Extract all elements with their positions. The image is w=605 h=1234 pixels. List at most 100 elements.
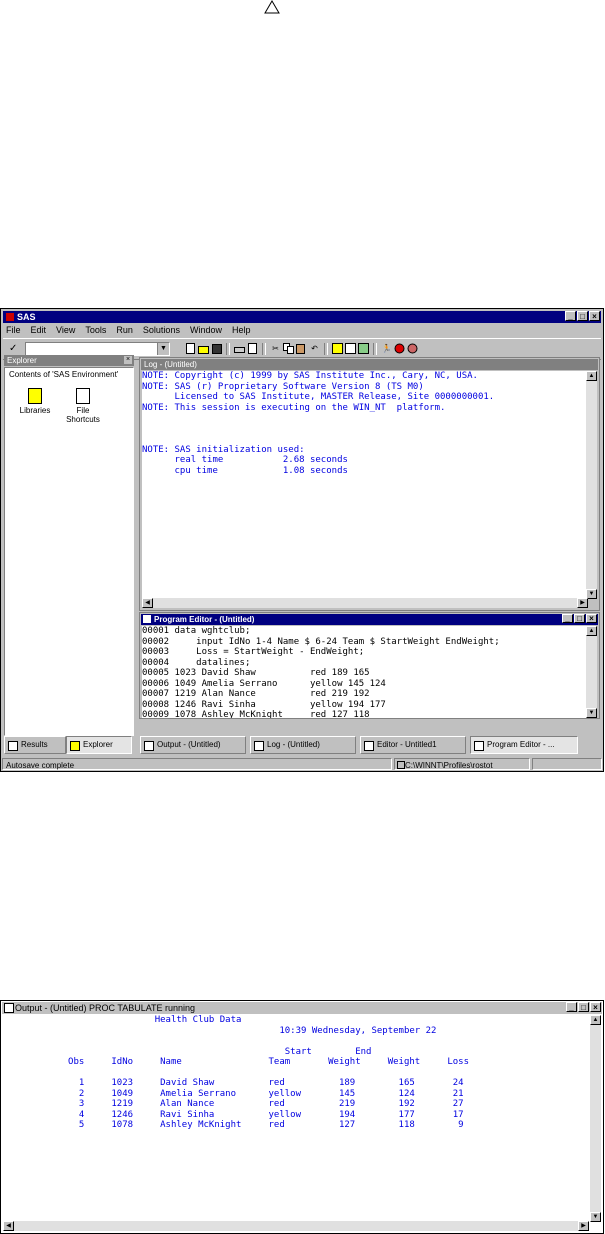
close-icon[interactable]: ×: [124, 356, 132, 364]
log-content[interactable]: NOTE: Copyright (c) 1999 by SAS Institut…: [142, 371, 588, 599]
output-horizontal-scrollbar[interactable]: ◀ ▶: [3, 1221, 589, 1231]
explorer-icon: [70, 741, 80, 751]
log-line: NOTE: SAS (r) Proprietary Software Versi…: [142, 381, 424, 392]
output-line: 4 1246 Ravi Sinha yellow 194 177 17: [3, 1109, 464, 1120]
menu-solutions[interactable]: Solutions: [142, 324, 181, 337]
submit-check-icon[interactable]: ✓: [9, 342, 23, 356]
undo-icon[interactable]: ↶: [309, 343, 320, 354]
scroll-right-icon[interactable]: ▶: [578, 1221, 589, 1231]
program-editor-title-bar[interactable]: Program Editor - (Untitled) _ □ ×: [141, 614, 598, 625]
maximize-button[interactable]: □: [577, 311, 588, 321]
log-title-bar[interactable]: Log - (Untitled): [141, 359, 598, 370]
log-line: Licensed to SAS Institute, MASTER Releas…: [142, 392, 495, 402]
explorer-title-bar: Explorer ×: [4, 355, 134, 366]
main-title-bar[interactable]: SAS _ □ ×: [3, 311, 601, 323]
menu-tools[interactable]: Tools: [84, 324, 107, 337]
help-icon[interactable]: [407, 343, 418, 354]
tab-program-editor[interactable]: Program Editor - ...: [470, 736, 578, 754]
output-content[interactable]: Health Club Data 10:39 Wednesday, Septem…: [3, 1015, 589, 1222]
scroll-up-icon[interactable]: ▲: [586, 626, 597, 636]
editor-minimize-button[interactable]: _: [562, 614, 573, 623]
scroll-right-icon[interactable]: ▶: [577, 598, 588, 608]
program-editor-window: Program Editor - (Untitled) _ □ × 00001 …: [139, 612, 600, 719]
menu-view[interactable]: View: [55, 324, 76, 337]
tab-editor[interactable]: Editor - Untitled1: [360, 736, 466, 754]
tab-output[interactable]: Output - (Untitled): [140, 736, 246, 754]
code-line: 00006 1049 Amelia Serrano yellow 145 124: [142, 678, 386, 689]
menu-window[interactable]: Window: [189, 324, 223, 337]
menu-run[interactable]: Run: [115, 324, 134, 337]
explorer-content: Contents of 'SAS Environment' Libraries …: [4, 367, 134, 736]
output-line: 1 1023 David Shaw red 189 165 24: [3, 1078, 464, 1088]
break-icon[interactable]: [394, 343, 405, 354]
main-window-title: SAS: [17, 312, 36, 322]
log-line: NOTE: This session is executing on the W…: [142, 402, 446, 413]
scroll-up-icon[interactable]: ▲: [590, 1015, 601, 1025]
menu-edit[interactable]: Edit: [30, 324, 48, 337]
output-line: Start End: [3, 1046, 372, 1057]
log-line: real time 2.68 seconds: [142, 455, 348, 465]
code-line: 00004 datalines;: [142, 657, 251, 668]
output-close-button[interactable]: ×: [590, 1002, 601, 1012]
program-editor-content[interactable]: 00001 data wghtclub; 00002 input IdNo 1-…: [142, 626, 588, 718]
folder-icon: [397, 761, 405, 769]
libraries-item[interactable]: Libraries: [13, 388, 57, 415]
copy-icon[interactable]: [283, 343, 294, 354]
chevron-down-icon[interactable]: ▼: [157, 343, 169, 355]
tab-results[interactable]: Results: [4, 736, 66, 754]
log-icon: [254, 741, 264, 751]
triangle-icon: [264, 0, 280, 14]
explorer-icon[interactable]: [358, 343, 369, 354]
close-button[interactable]: ×: [589, 311, 600, 321]
editor-icon: [364, 741, 374, 751]
log-horizontal-scrollbar[interactable]: ◀ ▶: [142, 598, 588, 608]
tab-log[interactable]: Log - (Untitled): [250, 736, 356, 754]
output-line: 3 1219 Alan Nance red 219 192 27: [3, 1099, 464, 1109]
print-icon[interactable]: [234, 343, 245, 354]
code-line: 00002 input IdNo 1-4 Name $ 6-24 Team $ …: [142, 636, 500, 647]
menu-help[interactable]: Help: [231, 324, 252, 337]
run-icon[interactable]: 🏃: [381, 343, 392, 354]
scroll-down-icon[interactable]: ▼: [586, 708, 597, 718]
tab-explorer[interactable]: Explorer: [66, 736, 132, 754]
output-vertical-scrollbar[interactable]: ▲ ▼: [590, 1015, 601, 1222]
output-line: Obs IdNo Name Team Weight Weight Loss: [3, 1057, 469, 1067]
log-vertical-scrollbar[interactable]: ▲ ▼: [586, 371, 597, 599]
output-line: Health Club Data: [3, 1015, 242, 1025]
output-maximize-button[interactable]: □: [578, 1002, 589, 1012]
new-icon[interactable]: [185, 343, 196, 354]
minimize-button[interactable]: _: [565, 311, 576, 321]
log-text: NOTE: Copyright (c) 1999 by SAS Institut…: [142, 371, 588, 476]
status-message: Autosave complete: [2, 758, 392, 770]
options-icon[interactable]: [345, 343, 356, 354]
scroll-left-icon[interactable]: ◀: [142, 598, 153, 608]
explorer-contents-label: Contents of 'SAS Environment': [9, 370, 119, 379]
output-title-bar[interactable]: Output - (Untitled) PROC TABULATE runnin…: [2, 1002, 602, 1014]
save-icon[interactable]: [211, 343, 222, 354]
file-shortcuts-item[interactable]: File Shortcuts: [61, 388, 105, 424]
print-preview-icon[interactable]: [247, 343, 258, 354]
editor-close-button[interactable]: ×: [586, 614, 597, 623]
scroll-up-icon[interactable]: ▲: [586, 371, 597, 381]
open-icon[interactable]: [198, 343, 209, 354]
cut-icon[interactable]: ✂: [270, 343, 281, 354]
editor-vertical-scrollbar[interactable]: ▲ ▼: [586, 626, 597, 718]
status-bar: Autosave complete C:\WINNT\Profiles\rost…: [2, 758, 602, 771]
output-minimize-button[interactable]: _: [566, 1002, 577, 1012]
libraries-icon: [28, 388, 42, 404]
output-window: Output - (Untitled) PROC TABULATE runnin…: [0, 1000, 604, 1234]
command-input[interactable]: ▼: [25, 342, 170, 356]
libraries-icon[interactable]: [332, 343, 343, 354]
code-line: 00007 1219 Alan Nance red 219 192: [142, 689, 370, 699]
output-line: 10:39 Wednesday, September 22: [3, 1025, 437, 1036]
window-tabs-bar: Results Explorer Output - (Untitled) Log…: [4, 736, 600, 756]
scroll-down-icon[interactable]: ▼: [590, 1212, 601, 1222]
editor-maximize-button[interactable]: □: [574, 614, 585, 623]
scroll-left-icon[interactable]: ◀: [3, 1221, 14, 1231]
paste-icon[interactable]: [296, 343, 307, 354]
log-line: cpu time 1.08 seconds: [142, 465, 348, 476]
code-line: 00008 1246 Ravi Sinha yellow 194 177: [142, 699, 386, 710]
output-line: 2 1049 Amelia Serrano yellow 145 124 21: [3, 1088, 464, 1099]
results-icon: [8, 741, 18, 751]
menu-file[interactable]: File: [5, 324, 22, 337]
